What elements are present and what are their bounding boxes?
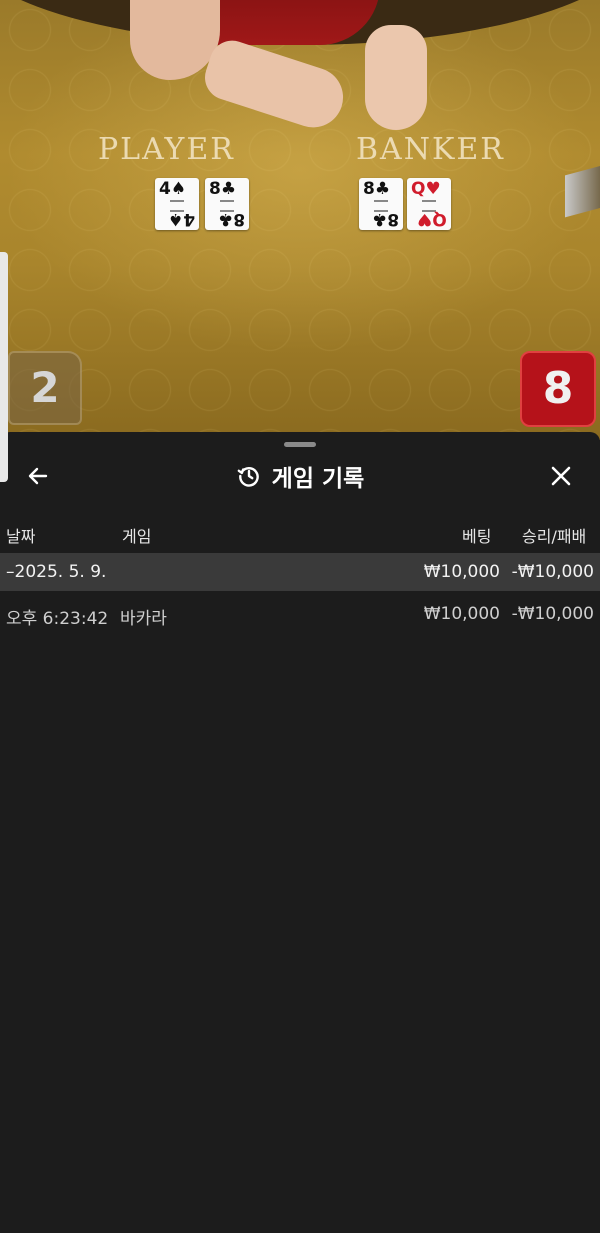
column-header-date: 날짜 xyxy=(6,527,36,546)
dealer-right-hand xyxy=(365,25,427,130)
group-bet-total: ₩10,000 xyxy=(423,562,500,582)
group-result-total: -₩10,000 xyxy=(511,562,594,582)
row-result: -₩10,000 xyxy=(511,604,594,624)
close-icon xyxy=(551,466,571,486)
sheet-header: 게임 기록 xyxy=(0,458,600,494)
group-date: –2025. 5. 9. xyxy=(6,562,107,582)
row-bet: ₩10,000 xyxy=(423,604,500,624)
side-panel-edge[interactable] xyxy=(0,252,8,482)
banker-score-badge: 8 xyxy=(520,351,596,427)
banker-label: BANKER xyxy=(356,132,505,167)
date-group-row: –2025. 5. 9. ₩10,000 -₩10,000 xyxy=(0,553,600,591)
row-time: 오후 6:23:42 xyxy=(6,609,109,629)
drag-handle[interactable] xyxy=(284,442,316,447)
close-button[interactable] xyxy=(541,456,581,496)
player-score-badge: 2 xyxy=(8,351,82,425)
game-history-sheet: 게임 기록 날짜 게임 베팅 승리/패배 –2025. 5. 9. ₩10,00… xyxy=(0,432,600,1233)
table-row[interactable]: 오후 6:23:42 바카라 ₩10,000 -₩10,000 xyxy=(0,600,600,630)
live-table-video: PLAYER BANKER 4♠ 4♠ 8♣ 8♣ 8♣ 8♣ Q♥ Q♥ 2 … xyxy=(0,0,600,440)
column-header-bet: 베팅 xyxy=(462,527,492,546)
banker-card-1: 8♣ 8♣ xyxy=(359,178,403,230)
history-icon xyxy=(237,467,259,487)
player-card-2: 8♣ 8♣ xyxy=(205,178,249,230)
player-label: PLAYER xyxy=(98,132,235,167)
player-card-1: 4♠ 4♠ xyxy=(155,178,199,230)
row-game: 바카라 xyxy=(120,609,167,629)
page-title: 게임 기록 xyxy=(271,466,365,492)
banker-card-2: Q♥ Q♥ xyxy=(407,178,451,230)
column-header-game: 게임 xyxy=(122,527,152,546)
column-header-result: 승리/패배 xyxy=(522,527,587,546)
